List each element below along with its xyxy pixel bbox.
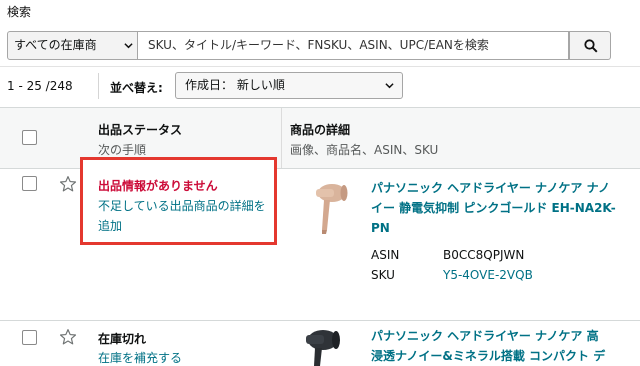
search-bar: すべての在庫商 SKU、タイトル/キーワード、FNSKU、ASIN、UPC/EA… [7, 31, 611, 60]
row-checkbox[interactable] [22, 330, 37, 345]
status-out-of-stock: 在庫切れ [98, 332, 147, 346]
select-all-checkbox[interactable] [22, 130, 37, 145]
divider [0, 66, 640, 67]
header-details: 商品の詳細 [290, 123, 351, 137]
sort-label: 並べ替え: [110, 81, 163, 95]
chevron-down-icon [385, 83, 394, 89]
status-missing-listing: 出品情報がありません [98, 179, 218, 193]
row-checkbox[interactable] [22, 176, 37, 191]
restock-link[interactable]: 在庫を補充する [98, 349, 182, 366]
search-icon [584, 39, 598, 53]
star-icon[interactable] [59, 328, 77, 346]
product-title-line[interactable]: PN [371, 218, 640, 238]
star-icon[interactable] [59, 175, 77, 193]
add-missing-details-link[interactable]: 不足している出品商品の詳細を追加 [98, 196, 274, 236]
header-status: 出品ステータス [98, 123, 183, 137]
sort-value: 作成日： 新しい順 [185, 78, 285, 92]
product-title-line[interactable]: イー 静電気抑制 ピンクゴールド EH-NA2K- [371, 198, 640, 218]
column-divider [281, 108, 282, 168]
asin-value: B0CC8QPJWN [443, 248, 525, 262]
sku-value[interactable]: Y5-4OVE-2VQB [443, 268, 533, 282]
header-next-step: 次の手順 [98, 143, 147, 157]
search-button[interactable] [569, 31, 611, 60]
search-input[interactable]: SKU、タイトル/キーワード、FNSKU、ASIN、UPC/EANを検索 [138, 31, 569, 60]
sort-select[interactable]: 作成日： 新しい順 [175, 72, 403, 99]
search-scope-value: すべての在庫商 [14, 38, 97, 52]
search-scope-select[interactable]: すべての在庫商 [7, 31, 138, 60]
header-details-sub: 画像、商品名、ASIN、SKU [290, 143, 439, 157]
product-thumbnail[interactable] [295, 328, 345, 366]
product-thumbnail[interactable] [300, 180, 350, 236]
result-range: 1 - 25 /248 [7, 79, 73, 93]
chevron-down-icon [124, 43, 133, 49]
toolbar-divider [98, 73, 99, 99]
asin-label: ASIN [371, 248, 400, 262]
product-title-line[interactable]: パナソニック ヘアドライヤー ナノケア 高 [371, 326, 640, 346]
product-title-line[interactable]: 浸透ナノイー&ミネラル搭載 コンパクト デ [371, 346, 640, 366]
divider [0, 320, 640, 321]
sku-label: SKU [371, 268, 395, 282]
search-label: 検索 [7, 5, 32, 19]
product-title-line[interactable]: パナソニック ヘアドライヤー ナノケア ナノ [371, 178, 640, 198]
